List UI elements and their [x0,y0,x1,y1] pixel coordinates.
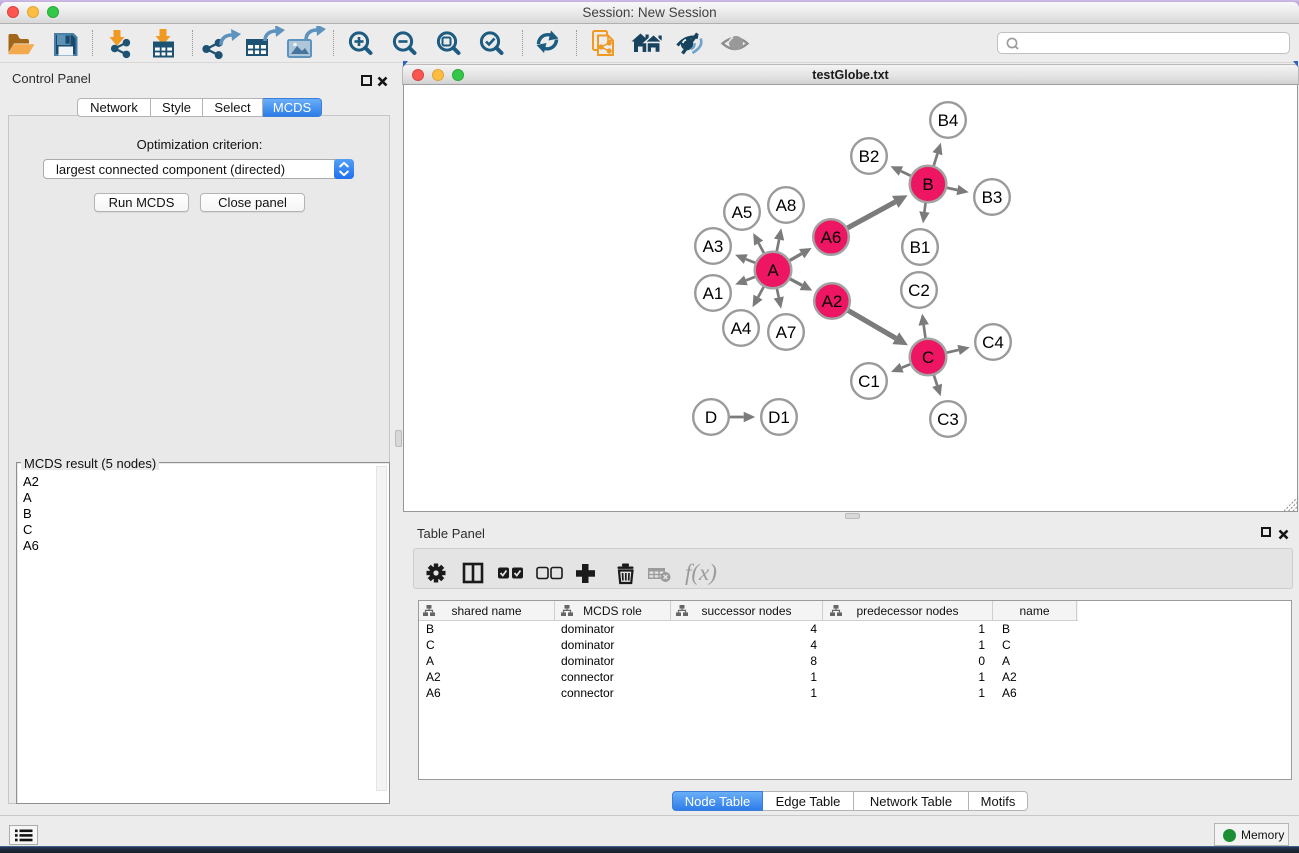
svg-text:C: C [922,348,934,367]
svg-text:A1: A1 [703,284,724,303]
svg-text:B: B [922,175,933,194]
svg-text:A3: A3 [703,237,724,256]
svg-text:A7: A7 [776,323,797,342]
svg-text:B1: B1 [910,238,931,257]
svg-text:A8: A8 [776,196,797,215]
svg-text:A5: A5 [732,203,753,222]
svg-text:B2: B2 [859,147,880,166]
svg-text:A4: A4 [731,319,752,338]
svg-text:D: D [705,408,717,427]
svg-text:D1: D1 [768,408,790,427]
svg-text:C4: C4 [982,333,1004,352]
svg-text:A6: A6 [821,228,842,247]
svg-text:B4: B4 [938,111,959,130]
svg-text:f(x): f(x) [685,560,717,585]
svg-text:B3: B3 [982,188,1003,207]
svg-text:C1: C1 [858,372,880,391]
svg-text:A2: A2 [822,292,843,311]
svg-text:A: A [767,261,779,280]
svg-text:C3: C3 [937,410,959,429]
svg-text:C2: C2 [908,281,930,300]
